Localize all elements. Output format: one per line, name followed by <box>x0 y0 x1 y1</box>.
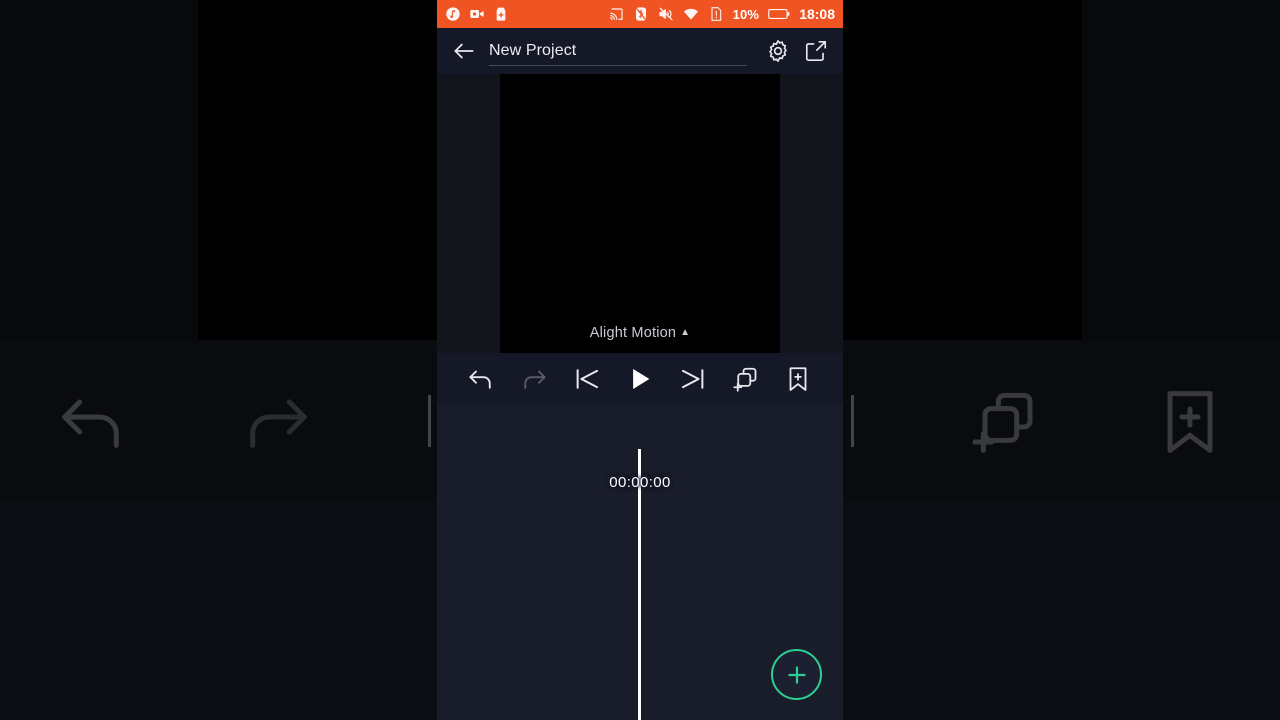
preview-area: Alight Motion ▲ <box>437 74 843 353</box>
playback-toolbar <box>437 353 843 404</box>
add-bookmark-button[interactable] <box>783 364 813 394</box>
bluetooth-off-icon <box>633 6 649 22</box>
preview-canvas[interactable]: Alight Motion ▲ <box>500 74 780 353</box>
status-bar-right-icons: 10% 18:08 <box>608 6 835 22</box>
undo-button[interactable] <box>466 364 496 394</box>
watermark[interactable]: Alight Motion ▲ <box>500 325 780 341</box>
add-layer-button[interactable] <box>731 364 761 394</box>
status-bar: 10% 18:08 <box>437 0 843 28</box>
background-undo-icon <box>45 382 141 462</box>
project-title-text: New Project <box>489 41 577 59</box>
background-add-layer-icon <box>957 382 1053 462</box>
phone-screen: 10% 18:08 New Project Alight Motion ▲ 00… <box>437 0 843 720</box>
watermark-caret-icon: ▲ <box>680 327 691 338</box>
project-title-field[interactable]: New Project <box>489 36 747 66</box>
battery-plus-icon <box>493 6 509 22</box>
battery-icon <box>768 6 790 22</box>
timecode-label: 00:00:00 <box>609 474 671 491</box>
play-button[interactable] <box>625 364 655 394</box>
music-note-icon <box>445 6 461 22</box>
watermark-label: Alight Motion <box>589 325 677 341</box>
app-bar: New Project <box>437 28 843 74</box>
background-redo-icon <box>228 382 324 462</box>
status-bar-left-icons <box>445 6 509 22</box>
redo-button[interactable] <box>519 364 549 394</box>
status-bar-clock: 18:08 <box>799 6 835 22</box>
background-skip-start-icon <box>428 395 431 447</box>
background-skip-end-icon <box>851 395 854 447</box>
gear-icon[interactable] <box>765 38 791 64</box>
video-camera-icon <box>469 6 485 22</box>
volume-muted-icon <box>658 6 674 22</box>
back-arrow-icon[interactable] <box>451 38 477 64</box>
skip-to-start-button[interactable] <box>572 364 602 394</box>
export-icon[interactable] <box>803 38 829 64</box>
add-element-fab[interactable] <box>771 649 822 700</box>
screenshot-root: 10% 18:08 New Project Alight Motion ▲ 00… <box>0 0 1280 720</box>
sim-alert-icon <box>708 6 724 22</box>
battery-percent-label: 10% <box>732 6 760 22</box>
background-bookmark-icon <box>1142 382 1238 462</box>
wifi-icon <box>683 6 699 22</box>
timeline-panel[interactable]: 00:00:00 <box>437 404 843 720</box>
skip-to-end-button[interactable] <box>678 364 708 394</box>
cast-icon <box>608 6 624 22</box>
